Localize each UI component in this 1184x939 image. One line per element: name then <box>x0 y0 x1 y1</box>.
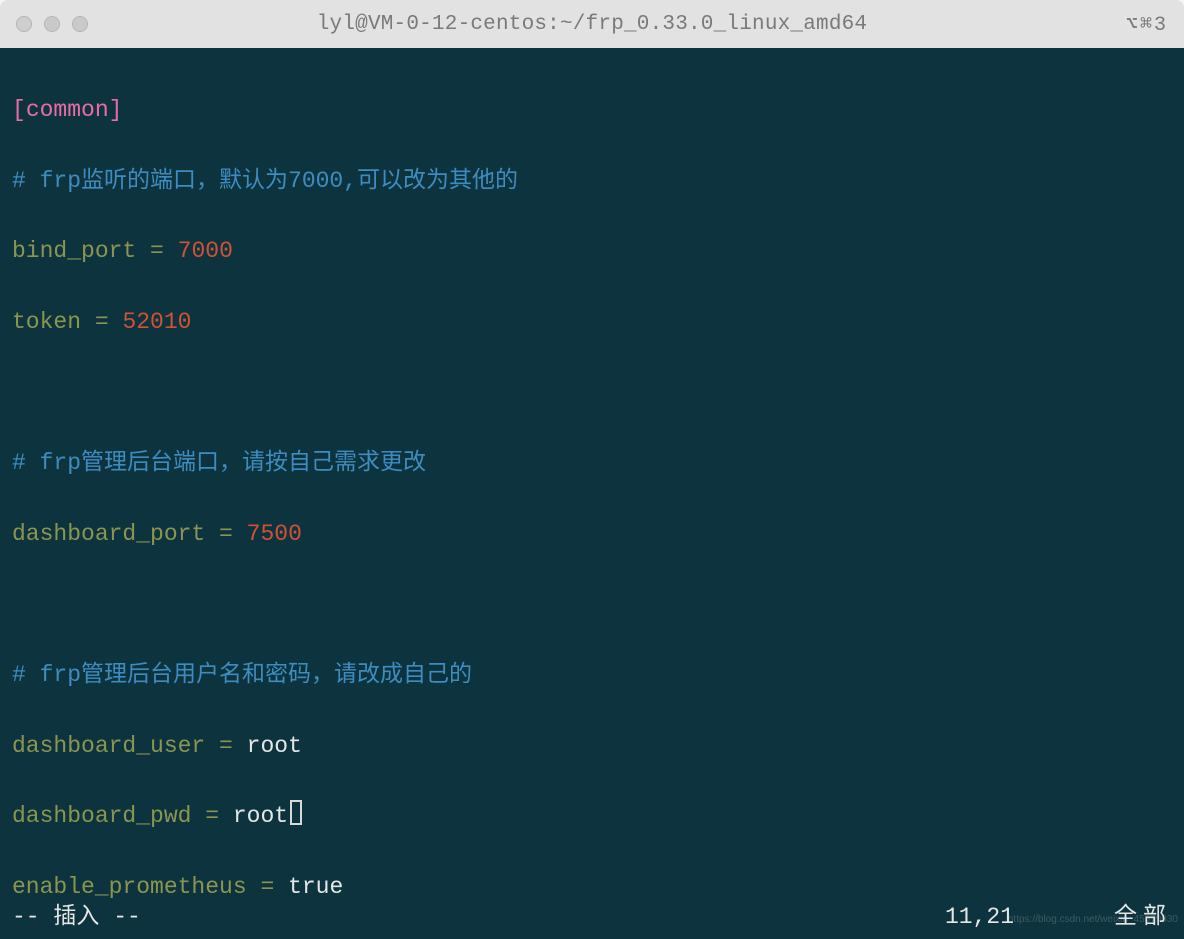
window-titlebar: lyl@VM-0-12-centos:~/frp_0.33.0_linux_am… <box>0 0 1184 48</box>
text-cursor <box>290 800 302 825</box>
config-dashboard-port: dashboard_port = 7500 <box>12 517 1172 552</box>
blank-line <box>12 587 1172 622</box>
config-dashboard-pwd: dashboard_pwd = root <box>12 799 1172 834</box>
maximize-window-button[interactable] <box>72 16 88 32</box>
config-comment-bind: # frp监听的端口，默认为7000,可以改为其他的 <box>12 164 1172 199</box>
watermark: https://blog.csdn.net/weixin_45579930 <box>1008 902 1178 937</box>
vim-mode-indicator: -- 插入 -- <box>12 900 141 935</box>
terminal-editor[interactable]: [common] # frp监听的端口，默认为7000,可以改为其他的 bind… <box>0 48 1184 939</box>
vim-statusbar: -- 插入 -- 11,21 全部 <box>12 900 1172 935</box>
close-window-button[interactable] <box>16 16 32 32</box>
minimize-window-button[interactable] <box>44 16 60 32</box>
config-bind-port: bind_port = 7000 <box>12 234 1172 269</box>
config-section-line: [common] <box>12 93 1172 128</box>
terminal-window: lyl@VM-0-12-centos:~/frp_0.33.0_linux_am… <box>0 0 1184 939</box>
blank-line <box>12 376 1172 411</box>
config-token: token = 52010 <box>12 305 1172 340</box>
traffic-lights <box>16 16 88 32</box>
config-dashboard-user: dashboard_user = root <box>12 729 1172 764</box>
window-shortcut-indicator: ⌥⌘3 <box>1126 11 1168 37</box>
vim-cursor-position: 11,21 <box>945 900 1014 935</box>
config-comment-userpwd: # frp管理后台用户名和密码，请改成自己的 <box>12 658 1172 693</box>
window-title: lyl@VM-0-12-centos:~/frp_0.33.0_linux_am… <box>317 13 868 36</box>
config-comment-dashboard: # frp管理后台端口，请按自己需求更改 <box>12 446 1172 481</box>
